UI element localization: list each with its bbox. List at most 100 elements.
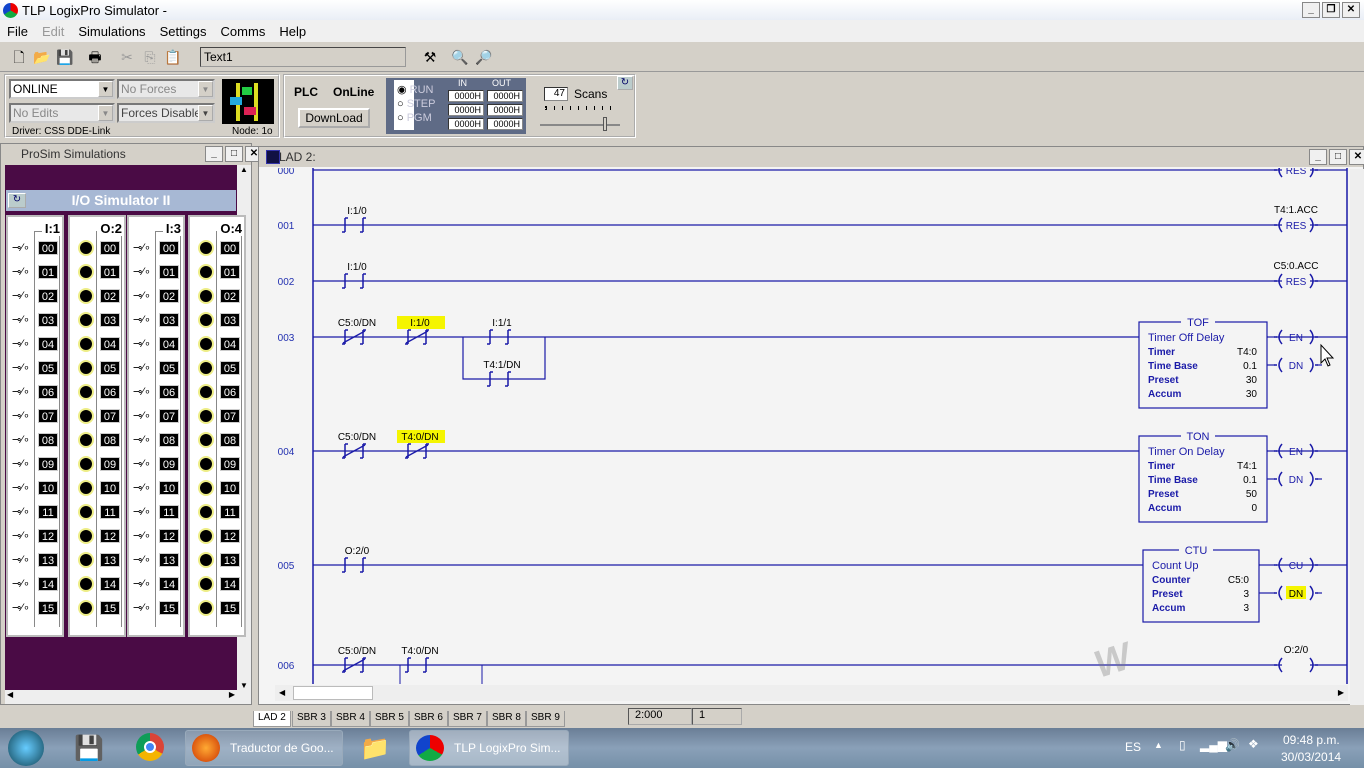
- scan-slider-thumb[interactable]: [603, 117, 607, 131]
- print-icon[interactable]: 🖶: [85, 47, 105, 67]
- prosim-minimize[interactable]: _: [205, 146, 223, 162]
- prosim-maximize[interactable]: □: [225, 146, 243, 162]
- tab-sbr-5[interactable]: SBR 5: [370, 711, 409, 727]
- tab-sbr-4[interactable]: SBR 4: [331, 711, 370, 727]
- contact-nc[interactable]: [342, 443, 366, 459]
- ladder-minimize[interactable]: _: [1309, 149, 1327, 165]
- toggle-switch-icon[interactable]: ⊸⁄∘: [12, 481, 30, 494]
- toggle-switch-icon[interactable]: ⊸⁄∘: [133, 361, 151, 374]
- battery-icon[interactable]: ▯: [1179, 738, 1186, 752]
- zoom-in-icon[interactable]: 🔍: [450, 47, 470, 67]
- minimize-button[interactable]: _: [1302, 2, 1320, 18]
- copy-icon[interactable]: ⎘: [140, 47, 160, 67]
- toggle-switch-icon[interactable]: ⊸⁄∘: [133, 241, 151, 254]
- toggle-switch-icon[interactable]: ⊸⁄∘: [12, 385, 30, 398]
- dropbox-icon[interactable]: ❖: [1248, 737, 1259, 751]
- prosim-hscrollbar[interactable]: ◀ ▶: [5, 690, 251, 704]
- toggle-switch-icon[interactable]: ⊸⁄∘: [133, 577, 151, 590]
- toggle-switch-icon[interactable]: ⊸⁄∘: [12, 241, 30, 254]
- toggle-switch-icon[interactable]: ⊸⁄∘: [133, 601, 151, 614]
- maximize-button[interactable]: ❐: [1322, 2, 1340, 18]
- chrome-icon[interactable]: [136, 733, 164, 761]
- toggle-switch-icon[interactable]: ⊸⁄∘: [133, 505, 151, 518]
- tab-sbr-9[interactable]: SBR 9: [526, 711, 565, 727]
- toggle-switch-icon[interactable]: ⊸⁄∘: [133, 337, 151, 350]
- toggle-switch-icon[interactable]: ⊸⁄∘: [12, 409, 30, 422]
- mode-step[interactable]: ○ STEP: [397, 97, 435, 111]
- signal-icon[interactable]: ▂▄▆: [1200, 738, 1227, 752]
- download-button[interactable]: DownLoad: [298, 108, 370, 128]
- toggle-switch-icon[interactable]: ⊸⁄∘: [133, 529, 151, 542]
- ladder-hscrollbar[interactable]: ◀ ▶: [275, 685, 1348, 701]
- io-refresh-icon[interactable]: ↻: [8, 193, 26, 208]
- toggle-switch-icon[interactable]: ⊸⁄∘: [133, 553, 151, 566]
- toggle-switch-icon[interactable]: ⊸⁄∘: [12, 529, 30, 542]
- ladder-vscrollbar[interactable]: [1350, 169, 1364, 705]
- toggle-switch-icon[interactable]: ⊸⁄∘: [12, 577, 30, 590]
- tab-lad-2[interactable]: LAD 2: [253, 711, 291, 727]
- mode-pgm[interactable]: ○ PGM: [397, 111, 435, 125]
- tab-sbr-3[interactable]: SBR 3: [292, 711, 331, 727]
- toggle-switch-icon[interactable]: ⊸⁄∘: [133, 457, 151, 470]
- toggle-switch-icon[interactable]: ⊸⁄∘: [133, 289, 151, 302]
- edits-select[interactable]: No Edits ▼: [9, 103, 115, 123]
- toggle-switch-icon[interactable]: ⊸⁄∘: [12, 433, 30, 446]
- menu-edit[interactable]: Edit: [42, 24, 64, 39]
- cut-icon[interactable]: ✂: [117, 47, 137, 67]
- menu-settings[interactable]: Settings: [160, 24, 207, 39]
- toggle-switch-icon[interactable]: ⊸⁄∘: [133, 385, 151, 398]
- menu-help[interactable]: Help: [279, 24, 306, 39]
- toggle-switch-icon[interactable]: ⊸⁄∘: [133, 433, 151, 446]
- tab-sbr-7[interactable]: SBR 7: [448, 711, 487, 727]
- clock-time[interactable]: 09:48 p.m.: [1283, 733, 1340, 747]
- contact-nc[interactable]: [342, 329, 366, 345]
- volume-icon[interactable]: 🔊: [1225, 738, 1240, 752]
- toggle-switch-icon[interactable]: ⊸⁄∘: [133, 481, 151, 494]
- toggle-switch-icon[interactable]: ⊸⁄∘: [12, 505, 30, 518]
- new-file-icon[interactable]: 🗋: [9, 47, 29, 67]
- coil-label: O:2/0: [1284, 645, 1309, 656]
- tab-sbr-8[interactable]: SBR 8: [487, 711, 526, 727]
- forces-select[interactable]: No Forces ▼: [117, 79, 215, 99]
- toggle-switch-icon[interactable]: ⊸⁄∘: [133, 265, 151, 278]
- io-point-08: 08: [100, 433, 120, 447]
- scan-slider[interactable]: [540, 124, 620, 126]
- save-icon[interactable]: 💾: [55, 47, 75, 67]
- save-app-icon[interactable]: 💾: [74, 734, 104, 763]
- menu-file[interactable]: File: [7, 24, 28, 39]
- menu-simulations[interactable]: Simulations: [78, 24, 145, 39]
- io-point-02: 02: [100, 289, 120, 303]
- menu-comms[interactable]: Comms: [221, 24, 266, 39]
- ladder-close[interactable]: ✕: [1349, 149, 1364, 165]
- tools-icon[interactable]: ⚒: [420, 47, 440, 67]
- toggle-switch-icon[interactable]: ⊸⁄∘: [12, 313, 30, 326]
- start-button[interactable]: [8, 730, 44, 766]
- clock-date[interactable]: 30/03/2014: [1281, 750, 1341, 764]
- mode-run[interactable]: ◉ RUN: [397, 83, 435, 97]
- toggle-switch-icon[interactable]: ⊸⁄∘: [12, 337, 30, 350]
- toggle-switch-icon[interactable]: ⊸⁄∘: [133, 409, 151, 422]
- contact-nc[interactable]: [342, 657, 366, 673]
- close-button[interactable]: ✕: [1342, 2, 1360, 18]
- paste-icon[interactable]: 📋: [163, 47, 183, 67]
- folder-icon[interactable]: 📁: [360, 734, 390, 763]
- toggle-switch-icon[interactable]: ⊸⁄∘: [133, 313, 151, 326]
- toggle-switch-icon[interactable]: ⊸⁄∘: [12, 553, 30, 566]
- toggle-switch-icon[interactable]: ⊸⁄∘: [12, 289, 30, 302]
- language-indicator[interactable]: ES: [1125, 740, 1141, 754]
- forces-state-select[interactable]: Forces Disabled ▼: [117, 103, 215, 123]
- text-field[interactable]: Text1: [200, 47, 406, 67]
- mode-select[interactable]: ONLINE ▼: [9, 79, 115, 99]
- refresh-icon[interactable]: ↻: [617, 76, 633, 90]
- ladder-maximize[interactable]: □: [1329, 149, 1347, 165]
- toggle-switch-icon[interactable]: ⊸⁄∘: [12, 601, 30, 614]
- zoom-out-icon[interactable]: 🔎: [474, 47, 494, 67]
- open-folder-icon[interactable]: 📂: [32, 47, 52, 67]
- toggle-switch-icon[interactable]: ⊸⁄∘: [12, 361, 30, 374]
- toggle-switch-icon[interactable]: ⊸⁄∘: [12, 457, 30, 470]
- scans-field[interactable]: 47: [544, 87, 568, 101]
- output-lamp-icon: [80, 410, 92, 422]
- toggle-switch-icon[interactable]: ⊸⁄∘: [12, 265, 30, 278]
- tray-expand-icon[interactable]: ▲: [1154, 740, 1163, 750]
- tab-sbr-6[interactable]: SBR 6: [409, 711, 448, 727]
